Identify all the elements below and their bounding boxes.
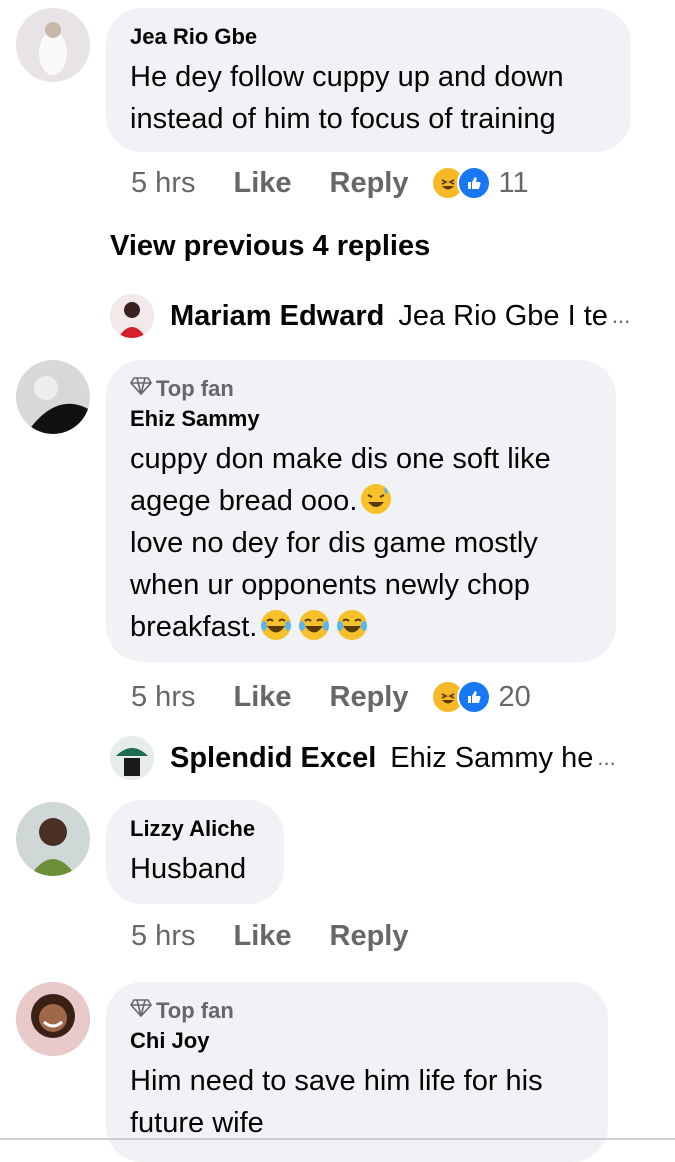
avatar-ehiz-sammy[interactable] xyxy=(16,360,90,434)
avatar-chi-joy[interactable] xyxy=(16,982,90,1056)
reply-button[interactable]: Reply xyxy=(330,681,409,714)
comment-actions: 5 hrs Like Reply 11 xyxy=(131,166,529,200)
diamond-icon xyxy=(130,998,152,1024)
laughing-emoji-icon xyxy=(259,608,293,642)
comment-author[interactable]: Ehiz Sammy xyxy=(130,406,592,432)
comment-text: He dey follow cuppy up and down instead … xyxy=(130,61,564,135)
reactions[interactable]: 20 xyxy=(430,680,531,714)
diamond-icon xyxy=(130,376,152,402)
avatar-jea-rio-gbe[interactable] xyxy=(16,8,90,82)
comment-bubble: Lizzy Aliche Husband xyxy=(106,800,284,904)
reply-button[interactable]: Reply xyxy=(330,167,409,200)
comment-bubble: Jea Rio Gbe He dey follow cuppy up and d… xyxy=(106,8,631,152)
timestamp[interactable]: 5 hrs xyxy=(131,681,195,714)
view-previous-replies[interactable]: View previous 4 replies xyxy=(110,230,430,263)
like-button[interactable]: Like xyxy=(233,920,291,953)
reply-snippet: Jea Rio Gbe I te xyxy=(398,299,608,332)
sweat-smile-emoji-icon xyxy=(359,482,393,516)
comment-actions: 5 hrs Like Reply xyxy=(131,920,447,953)
reply-snippet: Ehiz Sammy he xyxy=(390,741,594,774)
like-thumb-icon xyxy=(456,680,491,714)
avatar-lizzy-aliche[interactable] xyxy=(16,802,90,876)
comment-actions: 5 hrs Like Reply 20 xyxy=(131,680,531,714)
reply-button[interactable]: Reply xyxy=(330,920,409,953)
comment-author[interactable]: Lizzy Aliche xyxy=(130,816,260,842)
comment-text: cuppy don make dis one soft like agege b… xyxy=(130,443,551,643)
reply-preview[interactable]: Splendid Excel Ehiz Sammy he ... xyxy=(110,736,616,780)
comment-bubble: Top fan Ehiz Sammy cuppy don make dis on… xyxy=(106,360,616,662)
laughing-emoji-icon xyxy=(297,608,331,642)
top-fan-badge: Top fan xyxy=(130,376,592,402)
reaction-count: 11 xyxy=(498,166,529,199)
like-button[interactable]: Like xyxy=(233,681,291,714)
reply-preview[interactable]: Mariam Edward Jea Rio Gbe I te ... xyxy=(110,294,630,338)
avatar-mariam-edward[interactable] xyxy=(110,294,154,338)
like-thumb-icon xyxy=(456,166,491,200)
top-fan-badge: Top fan xyxy=(130,998,584,1024)
reply-author[interactable]: Splendid Excel xyxy=(170,742,376,775)
comment-bubble: Top fan Chi Joy Him need to save him lif… xyxy=(106,982,608,1162)
comment-text: Husband xyxy=(130,853,247,885)
laughing-emoji-icon xyxy=(335,608,369,642)
comment-author[interactable]: Jea Rio Gbe xyxy=(130,24,607,50)
timestamp[interactable]: 5 hrs xyxy=(131,920,195,953)
comment-text: Him need to save him life for his future… xyxy=(130,1065,543,1139)
ellipsis: ... xyxy=(611,303,631,328)
reply-author[interactable]: Mariam Edward xyxy=(170,300,384,333)
like-button[interactable]: Like xyxy=(233,167,291,200)
reactions[interactable]: 11 xyxy=(430,166,529,200)
avatar-splendid-excel[interactable] xyxy=(110,736,154,780)
ellipsis: ... xyxy=(597,745,616,770)
reaction-count: 20 xyxy=(498,680,531,713)
timestamp[interactable]: 5 hrs xyxy=(131,167,195,200)
comment-author[interactable]: Chi Joy xyxy=(130,1028,584,1054)
